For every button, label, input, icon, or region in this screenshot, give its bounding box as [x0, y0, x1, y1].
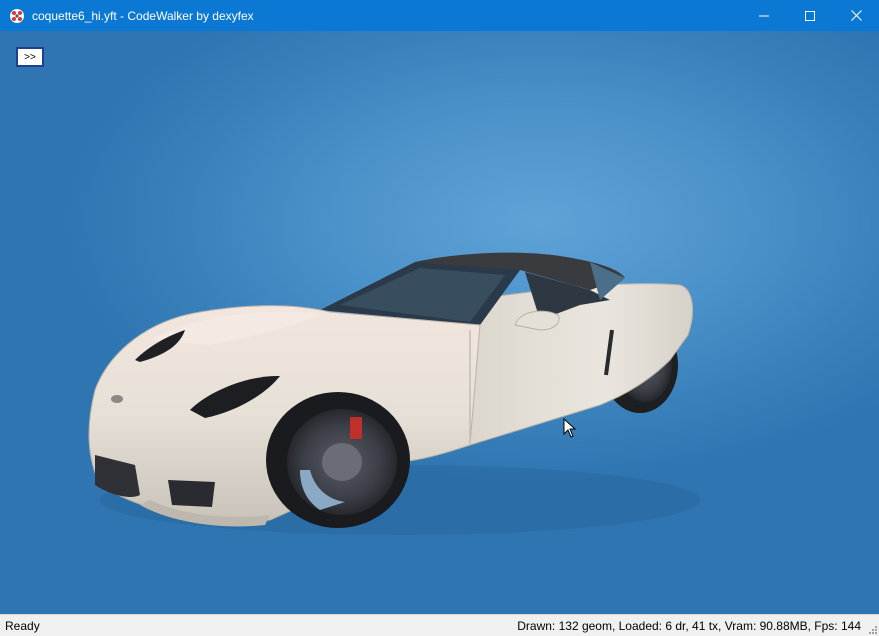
- status-bar: Ready Drawn: 132 geom, Loaded: 6 dr, 41 …: [0, 614, 879, 636]
- arrow-cursor-icon: [563, 418, 577, 438]
- codewalker-icon: [9, 8, 25, 24]
- status-text: Ready: [5, 619, 40, 633]
- caption-buttons: [741, 0, 879, 31]
- maximize-button[interactable]: [787, 0, 833, 31]
- render-stats: Drawn: 132 geom, Loaded: 6 dr, 41 tx, Vr…: [517, 619, 861, 633]
- app-window: coquette6_hi.yft - CodeWalker by dexyfex: [0, 0, 879, 636]
- sports-car-3d-model: [88, 252, 700, 535]
- window-title: coquette6_hi.yft - CodeWalker by dexyfex: [32, 8, 254, 23]
- close-icon: [850, 10, 862, 21]
- maximize-icon: [805, 10, 815, 21]
- close-button[interactable]: [833, 0, 879, 31]
- resize-grip-icon[interactable]: [867, 624, 877, 634]
- minimize-icon: [759, 15, 769, 16]
- 3d-viewport[interactable]: >>: [0, 31, 879, 614]
- title-bar[interactable]: coquette6_hi.yft - CodeWalker by dexyfex: [0, 0, 879, 31]
- minimize-button[interactable]: [741, 0, 787, 31]
